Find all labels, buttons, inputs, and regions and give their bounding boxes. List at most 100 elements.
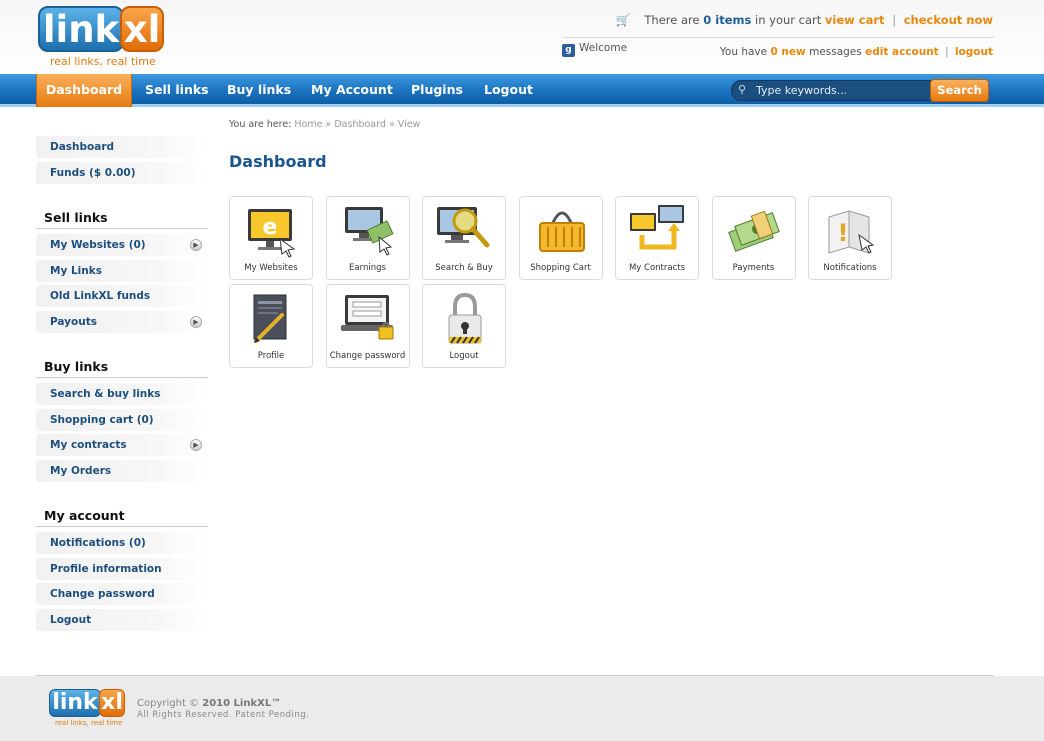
messages-count[interactable]: 0 new (770, 46, 805, 58)
search-input[interactable] (756, 83, 926, 98)
sidebar-item-funds[interactable]: Funds ($ 0.00) (36, 161, 208, 184)
breadcrumb-dashboard[interactable]: Dashboard (334, 119, 386, 130)
notification-book-icon: ! (828, 210, 875, 254)
tile-change-password[interactable]: Change password (325, 284, 410, 368)
nav-logout[interactable]: Logout (484, 74, 533, 107)
logo-xl-mark: xl (120, 6, 164, 52)
footer: link xl real links, real time Copyright … (0, 676, 1044, 741)
sidebar-item-label: My Websites (0) (50, 239, 146, 251)
logo-tagline: real links, real time (50, 55, 156, 68)
sidebar-heading-account: My account (36, 505, 208, 527)
header-logout-link[interactable]: logout (955, 46, 993, 58)
tile-profile[interactable]: Profile (229, 284, 313, 368)
nav-plugins[interactable]: Plugins (411, 74, 463, 107)
main-nav: Dashboard Sell links Buy links My Accoun… (0, 74, 1044, 107)
chevron-right-icon[interactable]: ▶ (190, 439, 202, 451)
copyright-name: 2010 LinkXL™ (202, 698, 282, 709)
tile-shopping-cart[interactable]: Shopping Cart (518, 196, 603, 280)
sidebar-item-shopping-cart[interactable]: Shopping cart (0) (36, 408, 208, 431)
sidebar-item-my-orders[interactable]: My Orders (36, 459, 208, 482)
rights-text: All Rights Reserved. Patent Pending. (137, 710, 310, 720)
tile-my-contracts[interactable]: My Contracts (615, 196, 699, 280)
tile-notifications[interactable]: ! Notifications (808, 196, 892, 280)
view-cart-link[interactable]: view cart (825, 13, 885, 27)
nav-buy-links[interactable]: Buy links (227, 74, 291, 107)
tile-label: Payments (732, 263, 775, 273)
welcome-text: Welcome (579, 42, 628, 54)
nav-sell-links[interactable]: Sell links (145, 74, 209, 107)
sidebar-item-my-websites[interactable]: My Websites (0) ▶ (36, 234, 208, 256)
sidebar-item-payouts[interactable]: Payouts ▶ (36, 310, 208, 333)
google-icon: g (562, 44, 575, 57)
profile-document-icon (253, 294, 287, 343)
tile-payments[interactable]: Payments (711, 196, 796, 280)
cart-prefix: There are (644, 13, 700, 27)
svg-text:e: e (263, 215, 278, 240)
contracts-exchange-icon (630, 205, 684, 250)
site-logo[interactable]: link xl real links, real time (38, 6, 164, 68)
edit-account-link[interactable]: edit account (865, 46, 939, 58)
tile-earnings[interactable]: Earnings (325, 196, 410, 280)
tile-label: Search & Buy (435, 263, 493, 273)
sidebar-item-logout[interactable]: Logout (36, 608, 208, 631)
breadcrumb-separator: » (388, 119, 395, 130)
messages-prefix: You have (719, 46, 768, 58)
shopping-basket-icon (538, 211, 585, 252)
page-title: Dashboard (229, 152, 327, 171)
tile-logout[interactable]: Logout (422, 284, 506, 368)
cart-count: 0 items (703, 13, 752, 27)
search-icon: ⚲ (738, 83, 747, 96)
tile-label: Shopping Cart (530, 263, 591, 273)
breadcrumb-view: View (397, 119, 421, 130)
sidebar-item-label: Payouts (50, 315, 97, 328)
sidebar-item-notifications[interactable]: Notifications (0) (36, 532, 208, 554)
sidebar-item-label: My contracts (50, 439, 127, 451)
search-button[interactable]: Search (930, 79, 989, 102)
messages-suffix: messages (809, 46, 862, 58)
tile-label: My Websites (244, 263, 298, 273)
tile-label: Earnings (349, 263, 386, 273)
sidebar-heading-sell: Sell links (36, 207, 208, 229)
chevron-right-icon[interactable]: ▶ (190, 239, 202, 251)
sidebar-item-profile[interactable]: Profile information (36, 557, 208, 580)
svg-text:!: ! (838, 219, 849, 247)
tile-label: Notifications (823, 263, 877, 273)
welcome-area: g Welcome (562, 42, 627, 57)
sidebar-item-my-links[interactable]: My Links (36, 259, 208, 282)
money-icon (727, 210, 780, 252)
breadcrumb-home[interactable]: Home (294, 119, 322, 130)
magnifier-icon (437, 207, 490, 248)
nav-dashboard[interactable]: Dashboard (36, 74, 132, 107)
sidebar-item-old-funds[interactable]: Old LinkXL funds (36, 285, 208, 307)
sidebar-item-my-contracts[interactable]: My contracts ▶ (36, 434, 208, 456)
copyright-prefix: Copyright © (137, 698, 200, 709)
padlock-icon (448, 292, 482, 344)
chevron-right-icon[interactable]: ▶ (190, 315, 202, 328)
sidebar-item-dashboard[interactable]: Dashboard (36, 136, 208, 158)
tile-my-websites[interactable]: e My Websites (229, 196, 313, 280)
checkout-link[interactable]: checkout now (904, 13, 993, 27)
earnings-icon (344, 207, 394, 256)
breadcrumb-prefix: You are here: (229, 119, 292, 130)
breadcrumb-separator: » (325, 119, 332, 130)
messages-status: You have 0 new messages edit account | l… (720, 46, 993, 58)
footer-logo-link-mark: link (49, 689, 101, 717)
nav-my-account[interactable]: My Account (311, 74, 393, 107)
tile-label: Logout (449, 351, 479, 361)
sidebar-item-search-buy[interactable]: Search & buy links (36, 383, 208, 405)
tile-label: Profile (257, 351, 285, 361)
header-divider (562, 37, 994, 38)
footer-logo[interactable]: link xl real links, real time (49, 689, 125, 729)
tile-label: My Contracts (628, 263, 686, 273)
website-monitor-icon: e (248, 209, 296, 258)
sidebar-item-change-password[interactable]: Change password (36, 583, 208, 605)
cart-suffix: in your cart (755, 13, 822, 27)
sidebar-heading-buy: Buy links (36, 356, 208, 378)
tile-search-buy[interactable]: Search & Buy (422, 196, 506, 280)
header: link xl real links, real time 🛒 There ar… (0, 0, 1044, 74)
breadcrumb: You are here: Home » Dashboard » View (229, 119, 420, 130)
footer-logo-xl-mark: xl (99, 689, 125, 717)
separator: | (892, 13, 897, 27)
search-box: ⚲ (731, 80, 931, 101)
sidebar: Dashboard Funds ($ 0.00) Sell links My W… (36, 136, 208, 634)
